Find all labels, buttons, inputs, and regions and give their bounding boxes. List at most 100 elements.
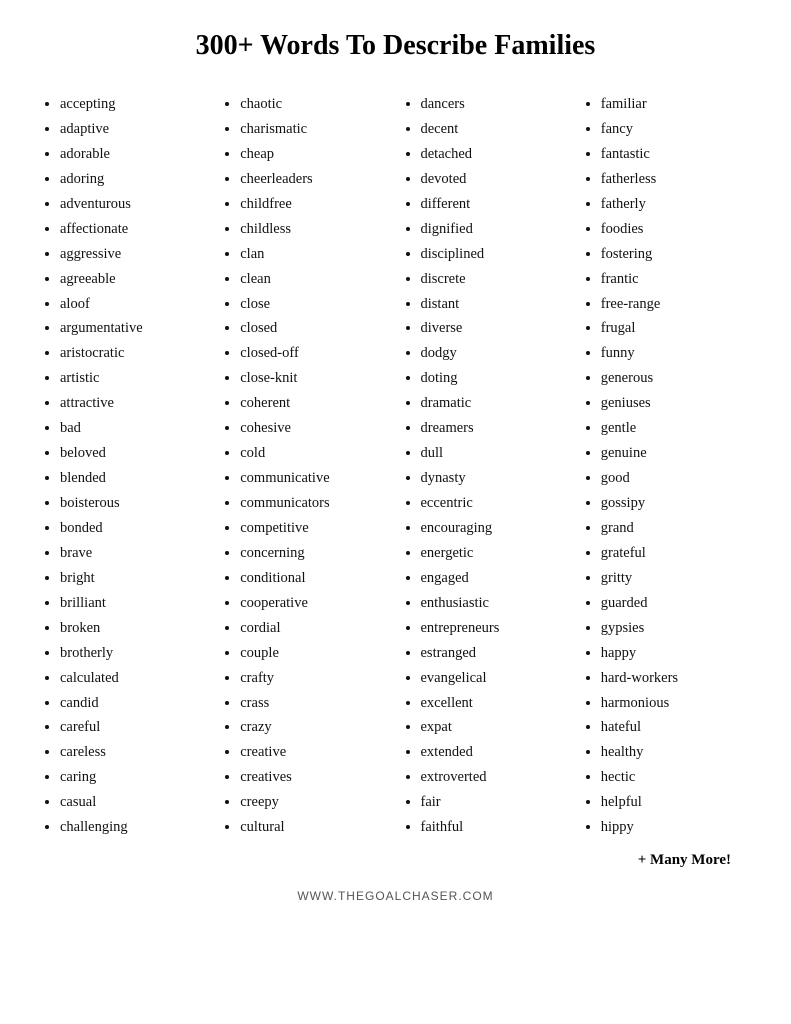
list-item: helpful (601, 790, 751, 815)
list-item: clean (240, 267, 390, 292)
list-item: frantic (601, 267, 751, 292)
word-list-col2: chaoticcharismaticcheapcheerleaderschild… (220, 92, 390, 840)
list-item: cheerleaders (240, 167, 390, 192)
word-list-col1: acceptingadaptiveadorableadoringadventur… (40, 92, 210, 840)
list-item: brilliant (60, 591, 210, 616)
list-item: free-range (601, 292, 751, 317)
list-item: fostering (601, 242, 751, 267)
list-item: fantastic (601, 142, 751, 167)
list-item: evangelical (421, 666, 571, 691)
list-item: creative (240, 740, 390, 765)
list-item: adventurous (60, 192, 210, 217)
list-item: diverse (421, 316, 571, 341)
list-item: hard-workers (601, 666, 751, 691)
list-item: funny (601, 341, 751, 366)
list-item: accepting (60, 92, 210, 117)
list-item: concerning (240, 541, 390, 566)
list-item: bright (60, 566, 210, 591)
list-item: caring (60, 765, 210, 790)
page-title: 300+ Words To Describe Families (196, 30, 596, 62)
list-item: brotherly (60, 641, 210, 666)
list-item: casual (60, 790, 210, 815)
list-item: attractive (60, 391, 210, 416)
list-item: excellent (421, 691, 571, 716)
list-item: charismatic (240, 117, 390, 142)
list-item: communicators (240, 491, 390, 516)
list-item: encouraging (421, 516, 571, 541)
list-item: hippy (601, 815, 751, 840)
word-columns: acceptingadaptiveadorableadoringadventur… (40, 92, 751, 840)
list-item: healthy (601, 740, 751, 765)
list-item: fancy (601, 117, 751, 142)
list-item: closed-off (240, 341, 390, 366)
list-item: familiar (601, 92, 751, 117)
list-item: agreeable (60, 267, 210, 292)
list-item: enthusiastic (421, 591, 571, 616)
list-item: fatherless (601, 167, 751, 192)
list-item: bonded (60, 516, 210, 541)
list-item: estranged (421, 641, 571, 666)
list-item: aristocratic (60, 341, 210, 366)
list-item: cooperative (240, 591, 390, 616)
list-item: adorable (60, 142, 210, 167)
list-item: dodgy (421, 341, 571, 366)
list-item: communicative (240, 466, 390, 491)
list-item: brave (60, 541, 210, 566)
list-item: argumentative (60, 316, 210, 341)
list-item: grand (601, 516, 751, 541)
list-item: cheap (240, 142, 390, 167)
list-item: gritty (601, 566, 751, 591)
list-item: distant (421, 292, 571, 317)
list-item: foodies (601, 217, 751, 242)
list-item: doting (421, 366, 571, 391)
list-item: dreamers (421, 416, 571, 441)
list-item: childfree (240, 192, 390, 217)
list-item: close-knit (240, 366, 390, 391)
list-item: engaged (421, 566, 571, 591)
list-item: guarded (601, 591, 751, 616)
list-item: genuine (601, 441, 751, 466)
list-item: clan (240, 242, 390, 267)
list-item: childless (240, 217, 390, 242)
list-item: coherent (240, 391, 390, 416)
list-item: dull (421, 441, 571, 466)
list-item: discrete (421, 267, 571, 292)
list-item: affectionate (60, 217, 210, 242)
list-item: gossipy (601, 491, 751, 516)
list-item: conditional (240, 566, 390, 591)
list-item: artistic (60, 366, 210, 391)
list-item: happy (601, 641, 751, 666)
list-item: calculated (60, 666, 210, 691)
list-item: cultural (240, 815, 390, 840)
word-list-col4: familiarfancyfantasticfatherlessfatherly… (581, 92, 751, 840)
list-item: good (601, 466, 751, 491)
list-item: aloof (60, 292, 210, 317)
list-item: close (240, 292, 390, 317)
list-item: fatherly (601, 192, 751, 217)
list-item: extended (421, 740, 571, 765)
list-item: cohesive (240, 416, 390, 441)
list-item: eccentric (421, 491, 571, 516)
more-label: + Many More! (40, 852, 751, 869)
list-item: crass (240, 691, 390, 716)
list-item: adoring (60, 167, 210, 192)
list-item: harmonious (601, 691, 751, 716)
list-item: frugal (601, 316, 751, 341)
list-item: blended (60, 466, 210, 491)
list-item: chaotic (240, 92, 390, 117)
list-item: competitive (240, 516, 390, 541)
list-item: detached (421, 142, 571, 167)
list-item: different (421, 192, 571, 217)
list-item: beloved (60, 441, 210, 466)
list-item: disciplined (421, 242, 571, 267)
list-item: extroverted (421, 765, 571, 790)
list-item: fair (421, 790, 571, 815)
list-item: hateful (601, 715, 751, 740)
list-item: closed (240, 316, 390, 341)
list-item: decent (421, 117, 571, 142)
list-item: cold (240, 441, 390, 466)
list-item: careless (60, 740, 210, 765)
list-item: devoted (421, 167, 571, 192)
list-item: entrepreneurs (421, 616, 571, 641)
list-item: hectic (601, 765, 751, 790)
